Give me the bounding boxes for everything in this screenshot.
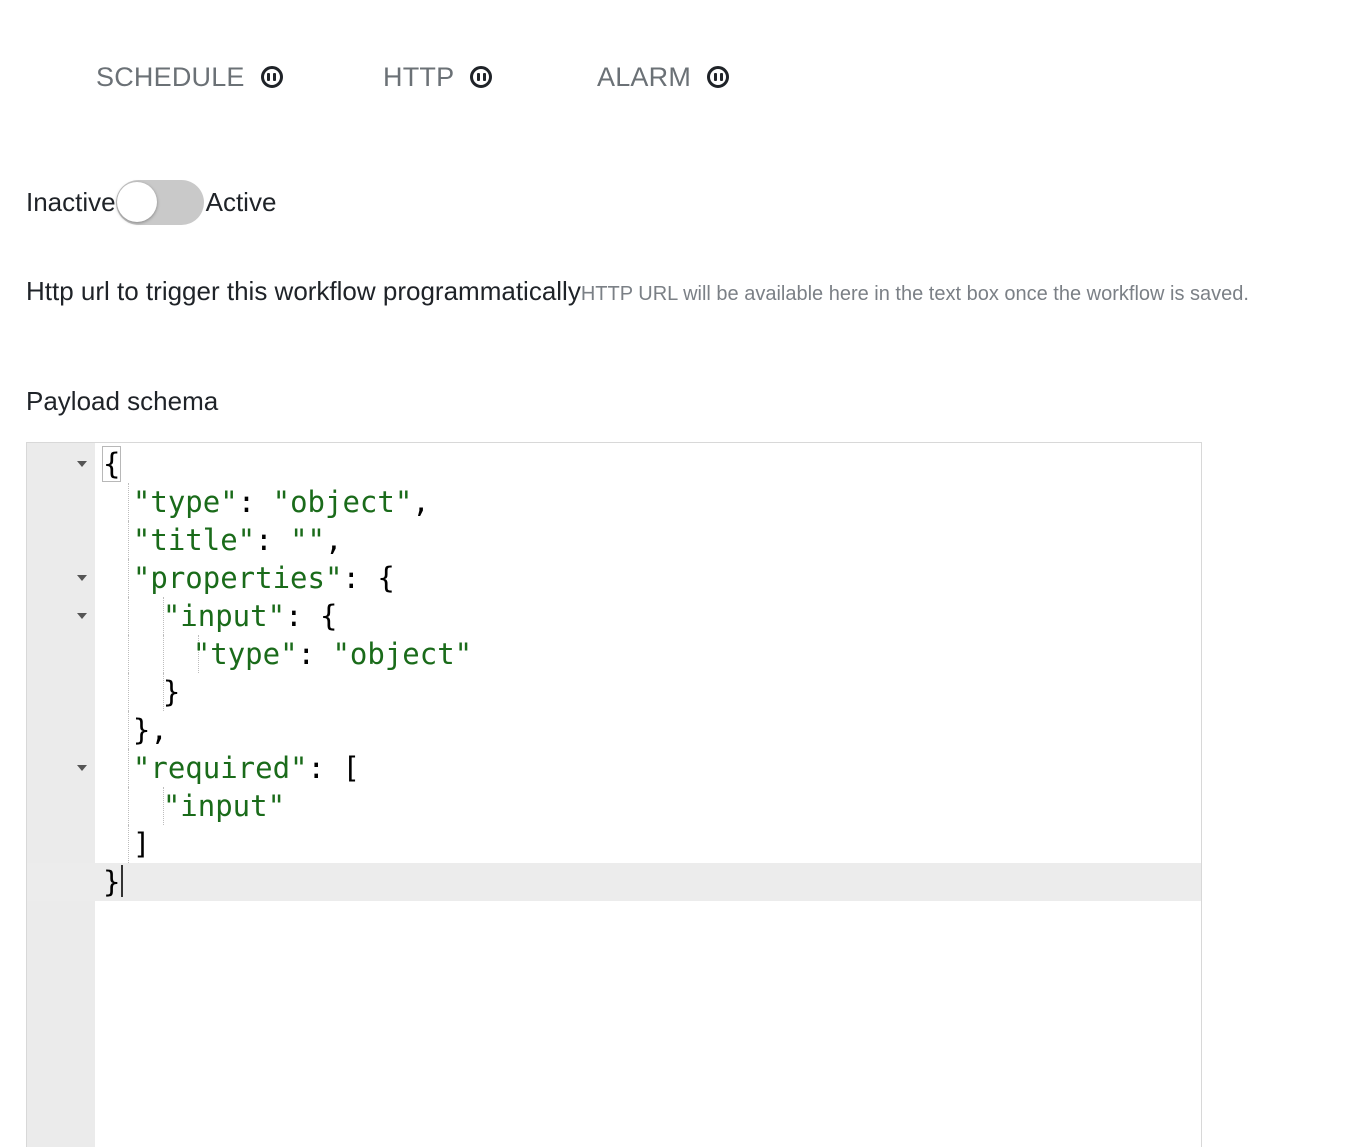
indent-guide [128,787,130,825]
code-line[interactable]: }, [27,711,1201,749]
code-text: "properties": { [132,561,395,595]
code-line[interactable]: "required": [ [27,749,1201,787]
code-line[interactable]: } [27,673,1201,711]
inactive-label: Inactive [26,186,116,217]
code-line[interactable]: "title": "", [27,521,1201,559]
indent-guide [128,483,130,521]
fold-toggle-icon[interactable] [77,575,87,581]
payload-schema-editor[interactable]: { "type": "object", "title": "", "propertie… [26,442,1202,1147]
code-text: }, [132,713,168,747]
http-url-hint: HTTP URL will be available here in the t… [580,283,1249,305]
code-line[interactable]: "properties": { [27,559,1201,597]
code-text: } [162,675,181,709]
code-text: "required": [ [132,751,360,785]
active-toggle-row: Inactive Active [26,178,276,226]
code-line[interactable]: "type": "object" [27,635,1201,673]
pause-circle-icon[interactable] [470,66,493,88]
fold-toggle-icon[interactable] [77,765,87,771]
tab-alarm[interactable]: ALARM [597,56,730,98]
indent-guide [163,635,165,673]
text-cursor [121,865,124,897]
code-text: "input": { [162,599,338,633]
toggle-knob[interactable] [116,181,157,222]
code-text: { [101,446,122,482]
code-line[interactable]: "type": "object", [27,483,1201,521]
code-line[interactable]: } [27,863,1201,901]
tab-http-label: HTTP [383,61,455,92]
pause-circle-icon[interactable] [707,66,730,88]
indent-guide [128,559,130,597]
fold-toggle-icon[interactable] [77,461,87,467]
indent-guide [128,825,130,863]
indent-guide [128,749,130,787]
tab-schedule-label: SCHEDULE [96,61,245,92]
indent-guide [128,597,130,635]
indent-guide [128,673,130,711]
code-line[interactable]: ] [27,825,1201,863]
code-line[interactable]: "input": { [27,597,1201,635]
active-label: Active [205,186,277,217]
pause-circle-icon[interactable] [260,66,283,88]
tab-http[interactable]: HTTP [383,56,493,98]
code-line[interactable]: "input" [27,787,1201,825]
http-url-section: Http url to trigger this workflow progra… [26,262,1326,325]
tab-schedule[interactable]: SCHEDULE [96,56,283,98]
indent-guide [128,521,130,559]
code-text: } [103,863,124,901]
code-text: "type": "object" [192,637,473,671]
http-url-label: Http url to trigger this workflow progra… [26,276,581,306]
indent-guide [128,711,130,749]
payload-schema-label: Payload schema [26,386,219,416]
active-toggle-switch[interactable] [115,179,204,225]
code-text: "type": "object", [132,485,430,519]
fold-toggle-icon[interactable] [77,613,87,619]
code-text: "input" [162,789,286,823]
indent-guide [128,635,130,673]
code-text: "title": "", [132,523,343,557]
code-text: ] [132,827,151,861]
tab-alarm-label: ALARM [597,61,692,92]
trigger-tabs: SCHEDULE HTTP ALARM [0,0,1370,150]
code-line[interactable]: { [27,445,1201,483]
